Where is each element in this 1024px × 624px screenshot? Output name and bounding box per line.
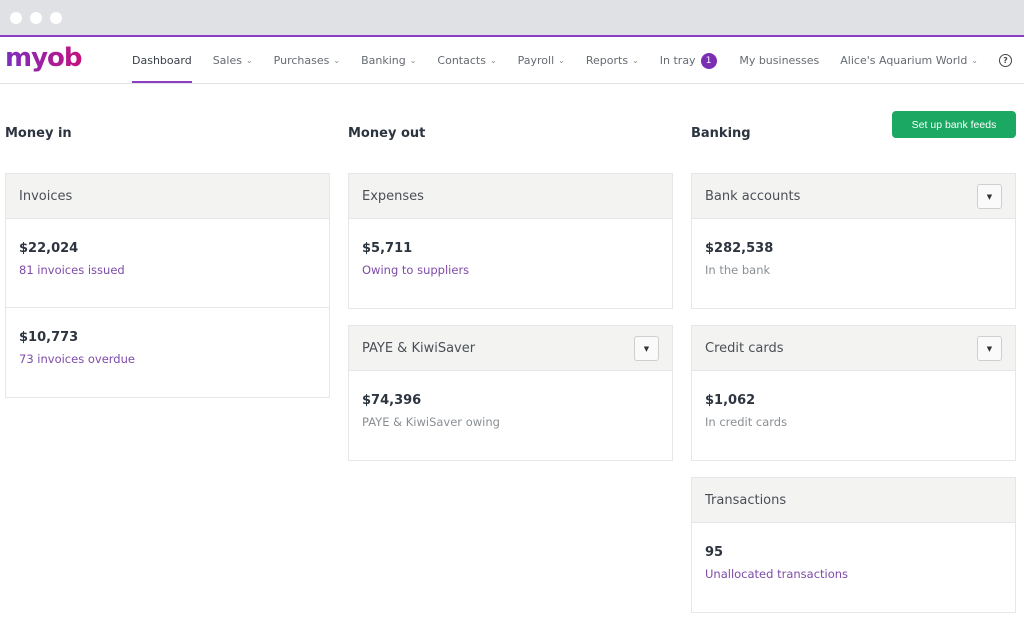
unallocated-transactions-link[interactable]: Unallocated transactions (705, 567, 1002, 581)
invoices-overdue-row[interactable]: $10,773 73 invoices overdue (6, 308, 329, 397)
nav-item-purchases[interactable]: Purchases ⌄ (274, 37, 340, 84)
caret-down-icon: ▼ (986, 192, 993, 201)
amount: $5,711 (362, 241, 413, 256)
chevron-down-icon: ⌄ (489, 56, 497, 65)
chevron-down-icon: ⌄ (245, 56, 253, 65)
nav-item-in-tray[interactable]: In tray 1 (660, 37, 717, 84)
top-navigation: myob Dashboard Sales ⌄ Purchases ⌄ Banking… (0, 37, 1024, 84)
paye-dropdown-button[interactable]: ▼ (634, 336, 659, 361)
browser-chrome (0, 0, 1024, 37)
nav-label: Purchases (273, 54, 330, 67)
owing-to-suppliers-link[interactable]: Owing to suppliers (362, 263, 659, 277)
nav-label: Payroll (517, 54, 555, 67)
chevron-down-icon: ⌄ (632, 56, 639, 65)
nav-item-reports[interactable]: Reports ⌄ (586, 37, 639, 84)
chevron-down-icon: ⌄ (409, 56, 417, 65)
nav-label: Dashboard (132, 54, 192, 67)
nav-label: Contacts (437, 54, 486, 67)
card-header: Credit cards ▼ (692, 326, 1015, 371)
credit-cards-card: Credit cards ▼ $1,062 In credit cards (691, 325, 1016, 461)
help-icon[interactable]: ? (999, 54, 1012, 67)
nav-item-dashboard[interactable]: Dashboard (132, 37, 192, 84)
card-header: Invoices (6, 174, 329, 219)
card-header: PAYE & KiwiSaver ▼ (349, 326, 672, 371)
paye-row: $74,396 PAYE & KiwiSaver owing (349, 371, 672, 460)
nav-item-payroll[interactable]: Payroll ⌄ (518, 37, 565, 84)
nav-menu: Dashboard Sales ⌄ Purchases ⌄ Banking ⌄ Con… (132, 37, 738, 84)
nav-label: In tray (659, 54, 696, 67)
card-header: Expenses (349, 174, 672, 219)
caret-down-icon: ▼ (643, 344, 650, 353)
business-name: Alice's Aquarium World (840, 54, 968, 67)
invoices-card: Invoices $22,024 81 invoices issued $10,… (5, 173, 330, 398)
my-businesses-link[interactable]: My businesses (739, 37, 819, 84)
transactions-row[interactable]: 95 Unallocated transactions (692, 523, 1015, 612)
expenses-card: Expenses $5,711 Owing to suppliers (348, 173, 673, 309)
amount: 95 (705, 545, 724, 560)
card-header: Bank accounts ▼ (692, 174, 1015, 219)
chevron-down-icon: ⌄ (333, 56, 341, 65)
in-credit-cards-label: In credit cards (705, 415, 788, 429)
nav-label: Banking (361, 54, 406, 67)
amount: $282,538 (705, 241, 774, 256)
chevron-down-icon: ⌄ (971, 56, 978, 65)
card-header-label: PAYE & KiwiSaver (362, 340, 476, 356)
window-controls (10, 12, 62, 24)
card-header-label: Bank accounts (705, 188, 801, 204)
credit-cards-dropdown-button[interactable]: ▼ (977, 336, 1002, 361)
card-header-label: Credit cards (705, 340, 784, 356)
money-in-title: Money in (5, 126, 72, 141)
transactions-card: Transactions 95 Unallocated transactions (691, 477, 1016, 613)
bank-accounts-card: Bank accounts ▼ $282,538 In the bank (691, 173, 1016, 309)
in-the-bank-label: In the bank (705, 263, 771, 277)
amount: $74,396 (362, 393, 422, 408)
money-out-title: Money out (348, 126, 426, 141)
amount: $10,773 (19, 330, 79, 345)
invoices-overdue-link[interactable]: 73 invoices overdue (19, 352, 316, 366)
invoices-issued-link[interactable]: 81 invoices issued (19, 263, 316, 277)
banking-title: Banking (691, 126, 751, 141)
invoices-issued-row[interactable]: $22,024 81 invoices issued (6, 219, 329, 308)
window-close-dot[interactable] (10, 12, 22, 24)
nav-right: My businesses Alice's Aquarium World ⌄ ? (718, 37, 1012, 84)
card-header: Transactions (692, 478, 1015, 523)
myob-logo[interactable]: myob (5, 43, 83, 73)
window-maximize-dot[interactable] (50, 12, 62, 24)
nav-item-contacts[interactable]: Contacts ⌄ (437, 37, 496, 84)
bank-accounts-dropdown-button[interactable]: ▼ (977, 184, 1002, 209)
amount: $1,062 (705, 393, 756, 408)
nav-label: Reports (585, 54, 629, 67)
nav-label: Sales (212, 54, 242, 67)
bank-accounts-row: $282,538 In the bank (692, 219, 1015, 308)
amount: $22,024 (19, 241, 79, 256)
nav-item-banking[interactable]: Banking ⌄ (361, 37, 416, 84)
window-minimize-dot[interactable] (30, 12, 42, 24)
credit-cards-row: $1,062 In credit cards (692, 371, 1015, 460)
business-switcher[interactable]: Alice's Aquarium World ⌄ (840, 37, 978, 84)
set-up-bank-feeds-button[interactable]: Set up bank feeds (892, 111, 1016, 138)
paye-owing-label: PAYE & KiwiSaver owing (362, 415, 500, 429)
caret-down-icon: ▼ (986, 344, 993, 353)
chevron-down-icon: ⌄ (558, 56, 565, 65)
expenses-row[interactable]: $5,711 Owing to suppliers (349, 219, 672, 308)
paye-kiwisaver-card: PAYE & KiwiSaver ▼ $74,396 PAYE & KiwiSa… (348, 325, 673, 461)
in-tray-count-badge: 1 (700, 52, 717, 69)
nav-item-sales[interactable]: Sales ⌄ (213, 37, 253, 84)
